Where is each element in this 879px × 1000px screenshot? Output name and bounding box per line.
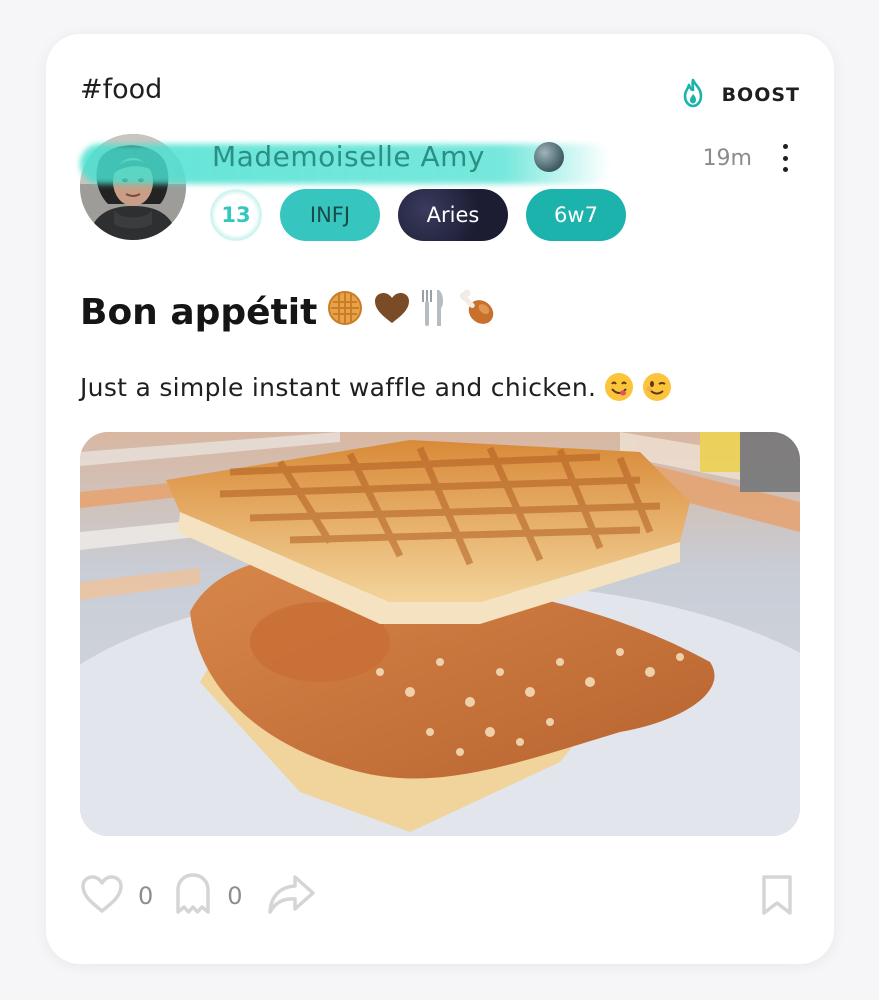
- comment-count: 0: [227, 882, 243, 910]
- mbti-badge[interactable]: INFJ: [280, 189, 380, 241]
- personality-badges: 13 INFJ Aries 6w7: [210, 189, 626, 241]
- heart-icon[interactable]: [80, 874, 124, 918]
- post-body-text: Just a simple instant waffle and chicken…: [80, 372, 597, 402]
- brown-heart-icon: [373, 291, 411, 334]
- like-count: 0: [138, 882, 154, 910]
- online-status-icon: [534, 142, 564, 172]
- yum-face-icon: [604, 372, 634, 402]
- level-badge[interactable]: 13: [210, 189, 262, 241]
- post-title: Bon appétit: [80, 288, 497, 337]
- fork-and-knife-icon: [421, 288, 447, 337]
- boost-flame-icon: [680, 78, 706, 112]
- share-icon[interactable]: [267, 873, 317, 919]
- post-hashtag[interactable]: #food: [80, 74, 162, 105]
- poultry-leg-icon: [457, 288, 497, 337]
- zodiac-badge[interactable]: Aries: [398, 189, 508, 241]
- winking-face-icon: [642, 372, 672, 402]
- waffle-icon: [327, 290, 363, 335]
- post-time: 19m: [702, 146, 752, 171]
- post-actions: 0 0: [80, 872, 317, 920]
- author-name[interactable]: Mademoiselle Amy: [212, 140, 485, 173]
- post-body: Just a simple instant waffle and chicken…: [80, 372, 672, 402]
- post-title-text: Bon appétit: [80, 292, 318, 333]
- bookmark-icon[interactable]: [760, 874, 794, 920]
- more-vertical-icon[interactable]: [778, 144, 792, 172]
- post-card: #food BOOST Mademoiselle Amy 19m 13 INFJ…: [46, 34, 834, 964]
- post-image[interactable]: [80, 432, 800, 836]
- boost-button[interactable]: BOOST: [680, 78, 800, 112]
- ghost-comment-icon[interactable]: [173, 872, 213, 920]
- enneagram-label: 6w7: [554, 203, 598, 227]
- enneagram-badge[interactable]: 6w7: [526, 189, 626, 241]
- boost-label: BOOST: [721, 84, 800, 106]
